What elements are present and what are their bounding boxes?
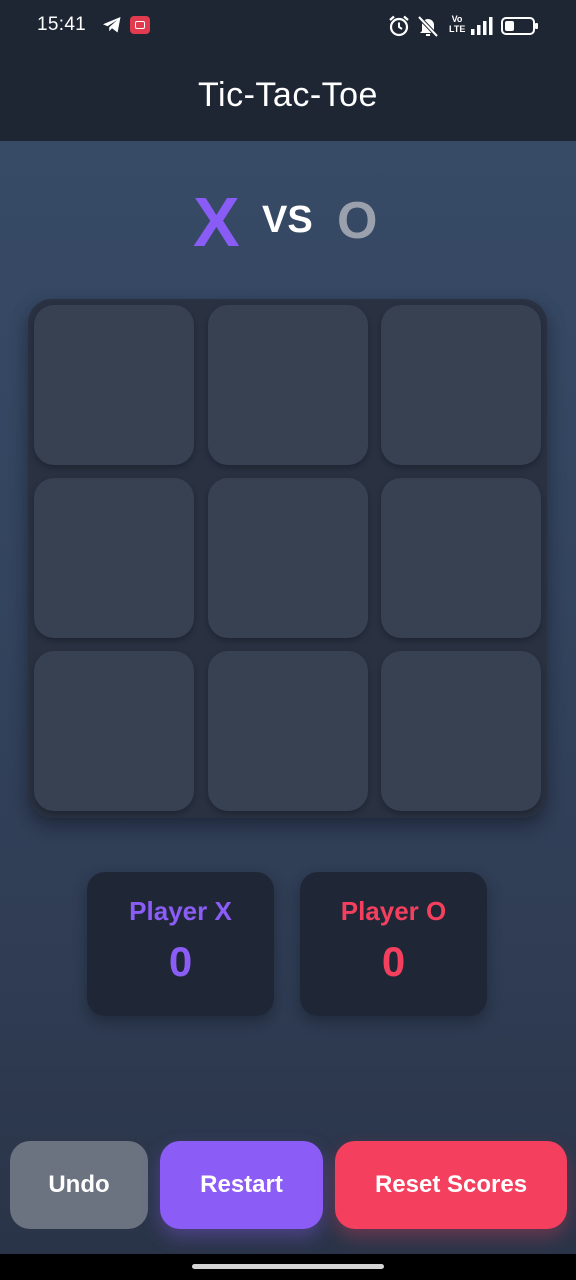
player-x-label: Player X [129,896,232,926]
telegram-icon [103,17,121,33]
board-cell-7[interactable] [34,651,194,811]
player-o-label: Player O [340,896,447,926]
board-cell-9[interactable] [381,651,541,811]
reset-scores-button[interactable]: Reset Scores [335,1141,567,1229]
app-header: Tic-Tac-Toe [0,52,576,141]
system-nav-bar [0,1254,576,1280]
home-gesture-bar[interactable] [192,1264,384,1269]
alarm-icon [389,15,409,37]
player-x-score: 0 [168,938,193,985]
board-cell-3[interactable] [381,305,541,465]
board-cell-6[interactable] [381,478,541,638]
player-o-score: 0 [381,938,406,985]
volte-bottom-label: LTE [449,24,466,34]
board-cell-1[interactable] [34,305,194,465]
player-o-mark: O [337,192,378,250]
mute-icon [417,15,439,38]
score-card-player-x: Player X 0 [87,872,274,1016]
app-title: Tic-Tac-Toe [198,76,378,114]
restart-button[interactable]: Restart [160,1141,323,1229]
game-board [28,299,547,818]
battery-icon [501,17,538,35]
versus-banner: X VS O [0,182,576,262]
player-x-mark: X [193,183,240,261]
board-cell-2[interactable] [208,305,368,465]
volte-top-label: Vo [451,14,463,24]
board-cell-5[interactable] [208,478,368,638]
screen-record-icon [130,16,150,34]
board-cell-4[interactable] [34,478,194,638]
score-card-player-o: Player O 0 [300,872,487,1016]
vs-label: VS [262,199,313,241]
volte-icon: Vo LTE [449,14,465,38]
signal-icon [471,17,493,35]
status-time: 15:41 [37,14,87,35]
board-cell-8[interactable] [208,651,368,811]
undo-button[interactable]: Undo [10,1141,148,1229]
status-bar: 15:41 Vo LTE [0,0,576,52]
